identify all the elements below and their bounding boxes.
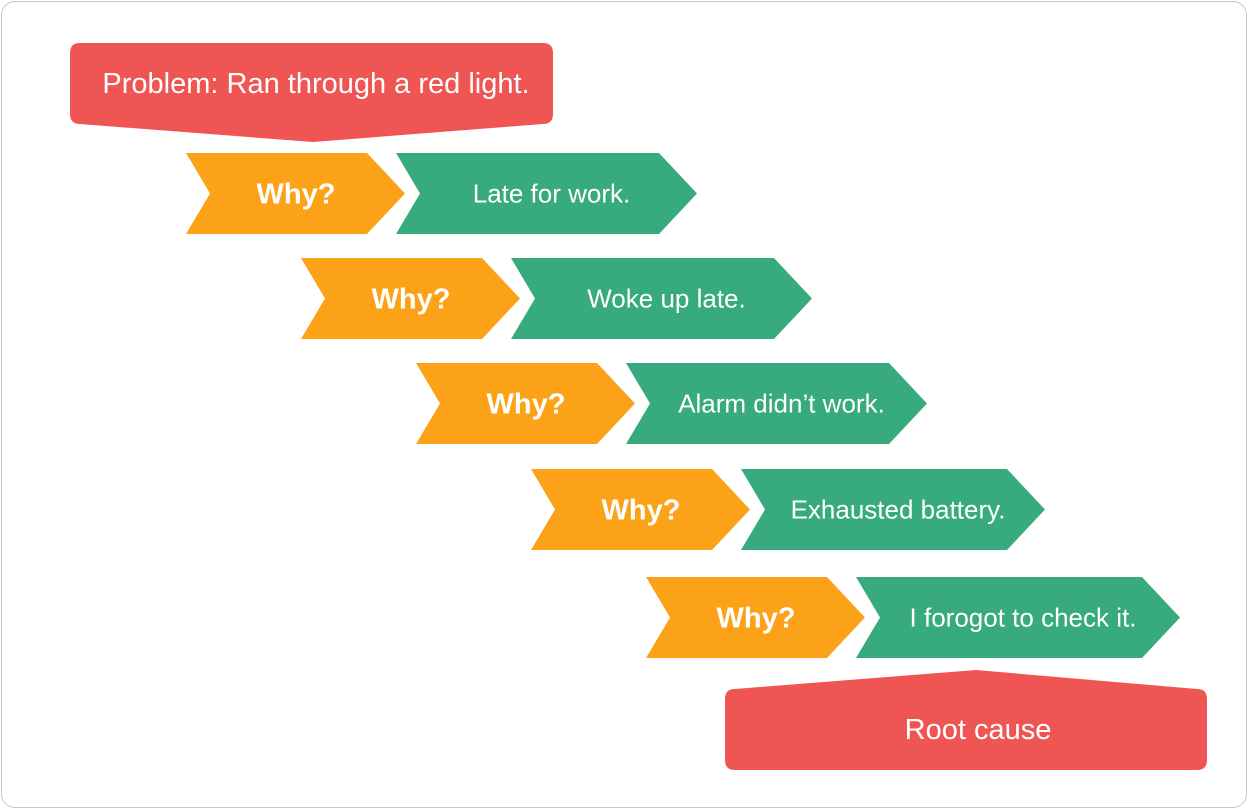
why-step: Why? Woke up late. bbox=[301, 258, 812, 339]
why-step: Why? I forogot to check it. bbox=[646, 577, 1180, 658]
answer-label: I forogot to check it. bbox=[910, 603, 1137, 633]
why-label: Why? bbox=[602, 495, 681, 527]
why-label: Why? bbox=[717, 603, 796, 635]
why-label: Why? bbox=[257, 179, 336, 211]
answer-label: Alarm didn’t work. bbox=[678, 389, 885, 419]
why-step: Why? Exhausted battery. bbox=[531, 469, 1045, 550]
answer-label: Woke up late. bbox=[587, 284, 746, 314]
problem-callout: Problem: Ran through a red light. bbox=[70, 43, 553, 142]
why-label: Why? bbox=[487, 389, 566, 421]
why-step: Why? Late for work. bbox=[186, 153, 697, 234]
answer-label: Exhausted battery. bbox=[791, 495, 1006, 525]
problem-label: Problem: Ran through a red light. bbox=[102, 68, 529, 100]
root-cause-label: Root cause bbox=[905, 714, 1052, 746]
answer-label: Late for work. bbox=[473, 179, 631, 209]
why-steps: Why? Late for work. Why? Woke up late. Why? A… bbox=[186, 153, 1180, 658]
why-step: Why? Alarm didn’t work. bbox=[416, 363, 927, 444]
root-cause-callout: Root cause bbox=[725, 670, 1207, 770]
why-label: Why? bbox=[372, 284, 451, 316]
five-whys-diagram: Problem: Ran through a red light. Why? La… bbox=[70, 43, 1207, 770]
